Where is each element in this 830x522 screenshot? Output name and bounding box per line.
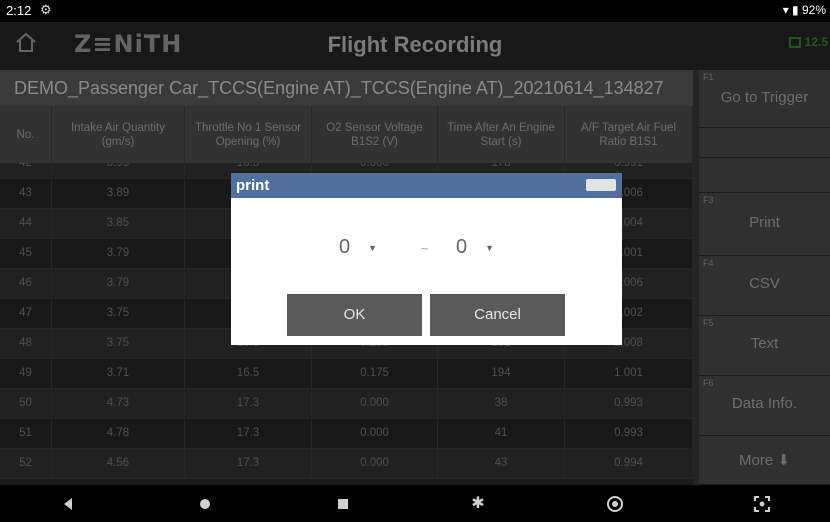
screenshot-icon[interactable] [752,494,772,514]
ok-button[interactable]: OK [287,294,422,336]
print-dialog: print 0 ▼ ~ 0 ▼ OK Cancel [231,173,622,345]
chrome-icon[interactable] [605,494,625,514]
range-separator: ~ [421,241,429,256]
range-to-value: 0 [456,236,468,258]
dialog-title: print [236,177,270,194]
dropdown-arrow-icon: ▼ [368,242,378,253]
settings-icon: ⚙ [40,2,52,17]
back-icon[interactable] [58,494,78,514]
navigation-bar: ✱ [0,485,830,522]
cancel-button[interactable]: Cancel [430,294,565,336]
gear-icon[interactable]: ✱ [468,494,488,514]
range-from-value: 0 [339,236,351,258]
dropdown-arrow-icon: ▼ [485,242,495,253]
range-to-select[interactable]: 0 ▼ [456,236,494,259]
range-from-select[interactable]: 0 ▼ [339,236,377,259]
status-time: 2:12 [6,3,32,18]
dialog-header: print [231,173,622,198]
close-icon[interactable] [586,179,616,191]
recents-icon[interactable] [333,494,353,514]
home-nav-icon[interactable] [195,494,215,514]
status-indicators: ▾ ▮ 92% [782,3,826,17]
status-bar: 2:12 ⚙ ▾ ▮ 92% [0,0,830,22]
